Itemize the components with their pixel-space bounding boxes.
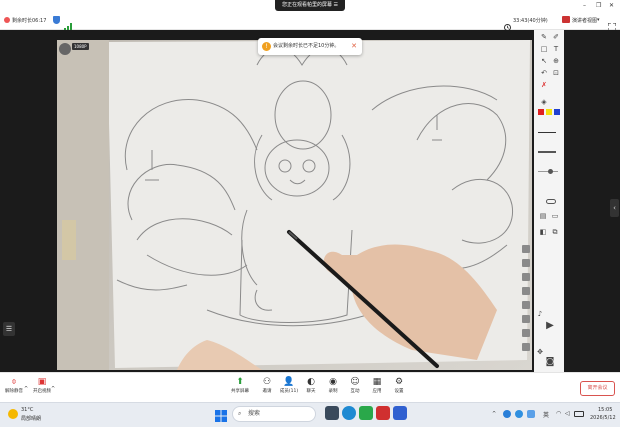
restore-button[interactable]: ❐ bbox=[596, 2, 601, 9]
line-style-line[interactable] bbox=[538, 151, 556, 153]
copy-icon[interactable]: ⧉ bbox=[550, 228, 560, 236]
input-method[interactable]: 英 bbox=[543, 410, 549, 419]
wechat-icon[interactable] bbox=[359, 406, 373, 420]
color-yellow-swatch[interactable] bbox=[546, 109, 552, 115]
mic-small-icon[interactable]: ♪ bbox=[535, 310, 545, 318]
windows-start-icon[interactable] bbox=[215, 407, 227, 422]
shape-icon[interactable]: □ bbox=[539, 45, 549, 53]
tray-overflow-chevron-icon[interactable]: ^ bbox=[492, 411, 496, 417]
annotation-toolbar: ✎ ✐ □ T ↖ ⊕ ↶ ⊡ ✗ ◈ ▤ ▭ ◧ ⧉ ♪ ▶ ✥ ◙ bbox=[534, 30, 564, 372]
wps-icon[interactable] bbox=[376, 406, 390, 420]
page-icon[interactable]: ◧ bbox=[538, 228, 548, 236]
pointer-icon[interactable]: ↖ bbox=[539, 57, 549, 65]
tray-cloud-icon[interactable] bbox=[515, 410, 523, 418]
camera-icon[interactable]: ◙ bbox=[544, 358, 556, 370]
clear-icon[interactable]: ✗ bbox=[539, 81, 549, 89]
toggle-switch[interactable] bbox=[546, 199, 556, 204]
share-screen-icon: ⬆ bbox=[236, 377, 244, 387]
shield-icon[interactable] bbox=[53, 16, 60, 24]
meeting-app-icon[interactable] bbox=[393, 406, 407, 420]
speaker-icon[interactable]: ◁ bbox=[565, 410, 570, 417]
paint-bucket-icon[interactable]: ◈ bbox=[539, 98, 549, 106]
drawing-video-image bbox=[57, 40, 532, 370]
pen-icon[interactable]: ✎ bbox=[539, 33, 549, 41]
weather-desc[interactable]: 局部晴朗 bbox=[21, 415, 41, 422]
meeting-time-warning-toast: ! 会议剩余时长已不足10分钟。 ✕ bbox=[258, 38, 362, 55]
highlighter-icon[interactable]: ✐ bbox=[551, 33, 561, 41]
battery-icon[interactable] bbox=[574, 411, 584, 417]
remaining-time: 剩余时长06:17 bbox=[12, 18, 47, 24]
toast-message: 会议剩余时长已不足10分钟。 bbox=[273, 43, 340, 49]
timer-icon bbox=[4, 17, 10, 23]
layout-icon[interactable]: ▤ bbox=[538, 212, 548, 220]
gear-icon: ⚙ bbox=[394, 377, 404, 387]
wifi-icon[interactable]: ◠ bbox=[556, 410, 561, 417]
mute-options-chevron-icon[interactable]: ^ bbox=[24, 386, 28, 392]
leave-meeting-button[interactable]: 离开会议 bbox=[580, 381, 615, 396]
edge-browser-icon[interactable] bbox=[342, 406, 356, 420]
tray-app-icon[interactable] bbox=[503, 410, 511, 418]
video-camera-icon[interactable]: ▶ bbox=[544, 321, 556, 334]
fullscreen-icon[interactable] bbox=[607, 16, 617, 32]
zoom-icon[interactable]: ⊕ bbox=[551, 57, 561, 65]
right-panel-toggle-button[interactable]: ‹ bbox=[610, 199, 619, 217]
search-icon: ⌕ bbox=[238, 410, 242, 417]
screen-sharing-banner[interactable]: 您正在观看帕里的屏幕 ☰ bbox=[275, 0, 345, 11]
video-options-chevron-icon[interactable]: ^ bbox=[51, 386, 55, 392]
taskbar-date[interactable]: 2026/5/12 bbox=[590, 415, 616, 421]
meeting-duration[interactable]: 33:43(40分钟) bbox=[513, 17, 548, 24]
view-icon bbox=[562, 16, 570, 23]
taskbar-search-input[interactable]: ⌕ 搜索 bbox=[232, 406, 316, 422]
close-toast-icon[interactable]: ✕ bbox=[351, 38, 357, 55]
save-icon[interactable]: ⊡ bbox=[551, 69, 561, 77]
view-switch[interactable]: 演讲者视图 bbox=[572, 17, 597, 24]
undo-icon[interactable]: ↶ bbox=[539, 69, 549, 77]
search-placeholder: 搜索 bbox=[248, 410, 261, 417]
weather-temp[interactable]: 31°C bbox=[21, 407, 33, 413]
warning-icon: ! bbox=[262, 42, 271, 51]
meeting-control-bar: ⌽ 解除静音 ^ ▣ 开启视频 ^ ⬆ 共享屏幕 ⚇ 邀请 👤 成员(11) ◐… bbox=[0, 372, 620, 402]
share-screen-button[interactable]: ⬆ 共享屏幕 bbox=[227, 376, 253, 396]
move-icon[interactable]: ✥ bbox=[535, 348, 545, 356]
camera-mic-icon bbox=[59, 43, 71, 55]
left-panel-toggle-button[interactable]: ☰ bbox=[3, 322, 15, 336]
minimize-panel-icon[interactable]: ▭ bbox=[550, 212, 560, 220]
text-icon[interactable]: T bbox=[551, 45, 561, 53]
tray-shield-icon[interactable] bbox=[527, 410, 535, 418]
view-dropdown-chevron-icon[interactable]: ▾ bbox=[597, 17, 600, 23]
color-blue-swatch[interactable] bbox=[554, 109, 560, 115]
settings-button[interactable]: ⚙ 设置 bbox=[386, 376, 412, 396]
video-quality-badge: 1080P bbox=[72, 43, 89, 50]
task-view-icon[interactable] bbox=[325, 406, 339, 420]
minimize-button[interactable]: – bbox=[583, 2, 586, 9]
line-width-line[interactable] bbox=[538, 132, 556, 133]
weather-icon[interactable] bbox=[8, 409, 18, 419]
close-button[interactable]: ✕ bbox=[609, 2, 614, 9]
video-side-toolbar[interactable] bbox=[522, 245, 530, 365]
color-red-swatch[interactable] bbox=[538, 109, 544, 115]
clock-icon bbox=[504, 16, 511, 31]
opacity-slider-thumb[interactable] bbox=[548, 169, 553, 174]
taskbar-time[interactable]: 15:05 bbox=[598, 407, 612, 413]
shared-video-feed: 1080P bbox=[57, 40, 532, 370]
